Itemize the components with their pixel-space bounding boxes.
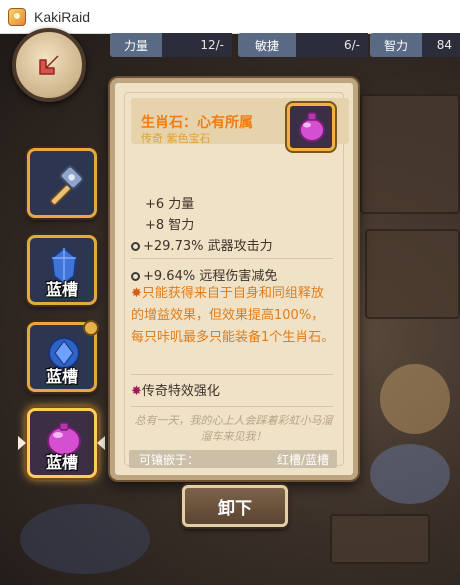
purple-gem-icon [299,112,325,142]
app-icon [8,7,26,26]
stat-intellect: 智力 84 [370,33,460,57]
stat-agility: 敏捷 6/- [238,33,368,57]
window-titlebar: KakiRaid [0,0,460,34]
slot-weapon[interactable] [27,148,97,218]
divider [131,258,333,259]
back-button[interactable] [12,28,86,102]
bg-character [370,444,450,504]
bg-shelf [360,94,460,214]
socket-info: 可镶嵌于： 红槽/蓝槽 [129,450,337,468]
selection-arrow-left-icon [18,436,26,450]
stat-label: 敏捷 [238,33,296,57]
item-rarity: 传奇 紫色宝石 [141,132,211,145]
slot-label: 蓝槽 [45,367,78,386]
selection-arrow-right-icon [97,436,105,450]
unequip-button[interactable]: 卸下 [182,485,288,527]
stat-value: 84 [422,33,460,57]
legendary-effect: ✸传奇特效强化 [131,380,220,399]
slot-label: 蓝槽 [45,453,78,472]
bonus-weapon-attack-text: +29.73% 武器攻击力 [143,239,273,254]
bg-floor [20,504,150,574]
item-icon-frame [287,103,335,151]
bonus-ranged-reduction: +9.64% 远程伤害减免 [131,265,277,284]
legendary-effect-text: 传奇特效强化 [141,384,220,399]
flavor-text: 总有一天，我的心上人会踩着彩虹小马溜溜车来见我！ [134,414,333,443]
star-icon: ✸ [131,286,142,301]
bg-crate [330,514,430,564]
bg-lamp [380,364,450,434]
bonus-weapon-attack: +29.73% 武器攻击力 [131,235,273,254]
lock-icon [83,320,99,336]
slot-label: 蓝槽 [45,280,78,299]
stat-value: 12/- [162,33,232,57]
bg-shelf [365,229,460,319]
slot-blue-socket[interactable]: 蓝槽 [27,235,97,305]
divider [131,374,333,375]
bonus-intellect: +8 智力 [145,218,195,233]
legendary-star-icon: ✸ [131,384,142,399]
passive-effect-text: 只能获得来自于自身和同组释放的增益效果，但效果提高100%，每只咔叽最多只能装备… [131,286,335,345]
arrow-down-left-icon [39,55,59,75]
window-title: KakiRaid [34,8,91,25]
bonus-ranged-reduction-text: +9.64% 远程伤害减免 [143,269,278,284]
attack-icon [131,242,140,251]
defense-icon [131,272,140,281]
bonus-strength: +6 力量 [145,197,195,212]
passive-effect: ✸只能获得来自于自身和同组释放的增益效果，但效果提高100%，每只咔叽最多只能装… [131,283,336,349]
slot-blue-socket-selected[interactable]: 蓝槽 [27,408,97,478]
stat-label: 力量 [110,33,162,57]
stat-label: 智力 [370,33,422,57]
item-name: 生肖石：心有所属 [141,115,253,131]
stat-value: 6/- [296,33,368,57]
socket-label: 可镶嵌于： [139,453,200,467]
stat-strength: 力量 12/- [110,33,232,57]
hammer-icon [50,165,84,206]
socket-value: 红槽/蓝槽 [276,453,329,467]
divider [131,406,333,407]
